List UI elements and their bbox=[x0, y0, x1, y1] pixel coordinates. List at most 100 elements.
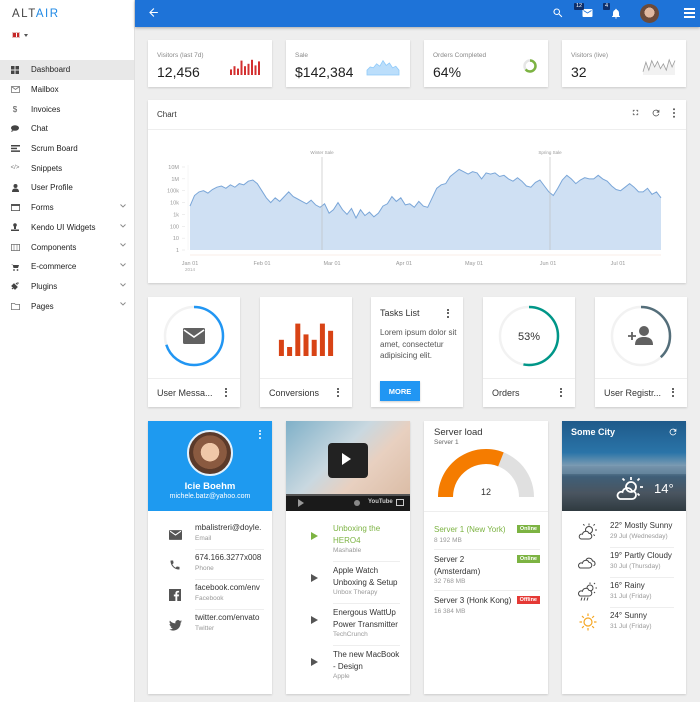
search-button[interactable] bbox=[552, 7, 564, 21]
sidebar-item-pages[interactable]: Pages bbox=[0, 296, 134, 316]
sidebar-item-chat[interactable]: Chat bbox=[0, 119, 134, 139]
profile-email: michele.batz@yahoo.com bbox=[169, 493, 251, 500]
area-chart: 1101001k10k100k1M10MJan 01 Feb 01 Mar 01 Ap… bbox=[167, 150, 662, 272]
mini-card-more-button[interactable] bbox=[337, 388, 340, 398]
sidebar-item-label: Kendo UI Widgets bbox=[31, 222, 96, 232]
chevron-down-icon bbox=[120, 282, 126, 289]
more-button[interactable]: MORE bbox=[380, 381, 420, 401]
y-tick-label: 10M bbox=[168, 165, 179, 171]
forecast-date: 30 Jul (Thursday) bbox=[610, 563, 661, 570]
sidebar-item-components[interactable]: Components bbox=[0, 237, 134, 257]
video-progress[interactable] bbox=[286, 494, 410, 496]
y-tick-label: 100k bbox=[167, 189, 179, 195]
contact-row-twitter[interactable]: twitter.com/envato Twitter bbox=[148, 610, 272, 640]
chevron-down-icon bbox=[120, 223, 126, 230]
mini-card-more-button[interactable] bbox=[225, 388, 228, 398]
sidebar-item-kendo-ui-widgets[interactable]: Kendo UI Widgets bbox=[0, 218, 134, 238]
menu-button[interactable] bbox=[684, 8, 695, 20]
sidebar-item-label: Plugins bbox=[31, 281, 58, 291]
profile-more-button[interactable] bbox=[259, 430, 262, 440]
notifications-button[interactable]: 4 bbox=[603, 3, 622, 22]
server-name: Server 2 (Amsterdam) bbox=[434, 555, 481, 576]
contact-label: Phone bbox=[195, 565, 214, 572]
sidebar-item-plugins[interactable]: Plugins bbox=[0, 277, 134, 297]
mini-card-label: User Messa... bbox=[157, 388, 213, 398]
divider bbox=[333, 561, 400, 562]
youtube-logo[interactable]: YouTube bbox=[368, 499, 393, 505]
mini-card-footer: Conversions bbox=[260, 378, 352, 407]
mail-button[interactable]: 12 bbox=[574, 3, 594, 21]
video-title: Apple Watch Unboxing & Setup bbox=[333, 566, 398, 587]
sidebar-item-label: Forms bbox=[31, 203, 54, 213]
server-title: Server load bbox=[434, 427, 483, 438]
sidebar-item-e-commerce[interactable]: E-commerce bbox=[0, 257, 134, 277]
stat-label: Orders Completed bbox=[433, 52, 487, 59]
refresh-icon bbox=[669, 428, 677, 436]
sidebar-item-scrum-board[interactable]: Scrum Board bbox=[0, 139, 134, 159]
contact-value: facebook.com/env bbox=[195, 583, 260, 592]
facebook-icon bbox=[168, 588, 182, 602]
weather-card: Some City 14° 22° Mostly Sunny 29 Jul (We… bbox=[562, 421, 686, 694]
phone-icon bbox=[168, 558, 182, 572]
mini-card-conversions: Conversions bbox=[260, 297, 352, 407]
components-icon bbox=[10, 242, 20, 252]
profile-avatar bbox=[187, 430, 233, 476]
language-selector[interactable] bbox=[12, 32, 28, 38]
chevron-down-icon bbox=[120, 301, 126, 308]
contact-row-email[interactable]: mbalistreri@doyle. Email bbox=[148, 520, 272, 550]
contact-label: Twitter bbox=[195, 625, 215, 632]
chevron-down-icon bbox=[120, 203, 126, 210]
fullscreen-icon[interactable] bbox=[396, 499, 404, 506]
y-tick-label: 1 bbox=[176, 248, 179, 254]
sidebar-item-dashboard[interactable]: Dashboard bbox=[0, 60, 134, 80]
sidebar-item-forms[interactable]: Forms bbox=[0, 198, 134, 218]
contact-row-phone[interactable]: 674.166.3277x008 Phone bbox=[148, 550, 272, 580]
back-button[interactable] bbox=[147, 6, 160, 21]
video-list-item[interactable]: The new MacBook - Design Apple bbox=[286, 645, 410, 689]
rainy-icon bbox=[578, 582, 598, 602]
video-list-item[interactable]: Unboxing the HERO4 Mashable bbox=[286, 523, 410, 563]
dollar-icon: $ bbox=[12, 104, 18, 114]
server-row[interactable]: Server 1 (New York) 8 192 MB Online bbox=[434, 524, 540, 545]
video-list-item[interactable]: Energous WattUp Power Transmitter TechCru… bbox=[286, 603, 410, 647]
tasks-card: Tasks List Lorem ipsum dolor sit amet, c… bbox=[371, 297, 463, 407]
video-list-item[interactable]: Apple Watch Unboxing & Setup Unbox Therap… bbox=[286, 561, 410, 605]
play-icon[interactable] bbox=[342, 453, 351, 465]
sparkline-bar bbox=[233, 66, 236, 75]
weather-refresh-button[interactable] bbox=[668, 427, 678, 439]
server-row[interactable]: Server 3 (Honk Kong) 16 384 MB Offline bbox=[434, 590, 540, 616]
progress-value: 53% bbox=[518, 331, 540, 343]
stat-label: Sale bbox=[295, 52, 309, 59]
app-logo[interactable]: ALTAIR bbox=[12, 8, 60, 20]
mini-card-more-button[interactable] bbox=[560, 388, 563, 398]
mail-icon bbox=[168, 528, 182, 542]
video-title: Energous WattUp Power Transmitter bbox=[333, 608, 398, 629]
folder-icon bbox=[10, 301, 20, 311]
tasks-more-button[interactable] bbox=[447, 309, 450, 319]
sparkline-bar bbox=[251, 59, 253, 75]
divider bbox=[434, 590, 540, 591]
user-icon bbox=[10, 183, 20, 193]
control-play-icon[interactable] bbox=[298, 499, 304, 507]
sidebar-item-mailbox[interactable]: Mailbox bbox=[0, 80, 134, 100]
sidebar-item-user-profile[interactable]: User Profile bbox=[0, 178, 134, 198]
forecast-row: 16° Rainy 31 Jul (Friday) bbox=[562, 579, 686, 608]
user-avatar[interactable] bbox=[640, 4, 659, 23]
y-tick-label: 1k bbox=[173, 212, 179, 218]
server-card: Server load Server 1 12 Server 1 (New Yo… bbox=[424, 421, 548, 694]
sidebar-item-invoices[interactable]: $ Invoices bbox=[0, 99, 134, 119]
server-row[interactable]: Server 2 (Amsterdam) 32 768 MB Online bbox=[434, 549, 540, 586]
settings-icon[interactable] bbox=[354, 500, 360, 506]
conversion-bar bbox=[278, 339, 284, 356]
mini-card-label: Orders bbox=[492, 388, 520, 398]
mini-card-more-button[interactable] bbox=[672, 388, 675, 398]
forecast-row: 22° Mostly Sunny 29 Jul (Wednesday) bbox=[562, 519, 686, 548]
video-player[interactable]: YouTube bbox=[286, 421, 410, 511]
contact-row-facebook[interactable]: facebook.com/env Facebook bbox=[148, 580, 272, 610]
mini-card-orders: 53% Orders bbox=[483, 297, 575, 407]
current-weather-icon bbox=[616, 477, 643, 500]
code-icon: </> bbox=[10, 165, 20, 172]
x-tick-label: Mar 01 bbox=[323, 261, 340, 267]
sidebar-item-snippets[interactable]: </> Snippets bbox=[0, 158, 134, 178]
mini-card-footer: User Registr... bbox=[595, 378, 687, 407]
